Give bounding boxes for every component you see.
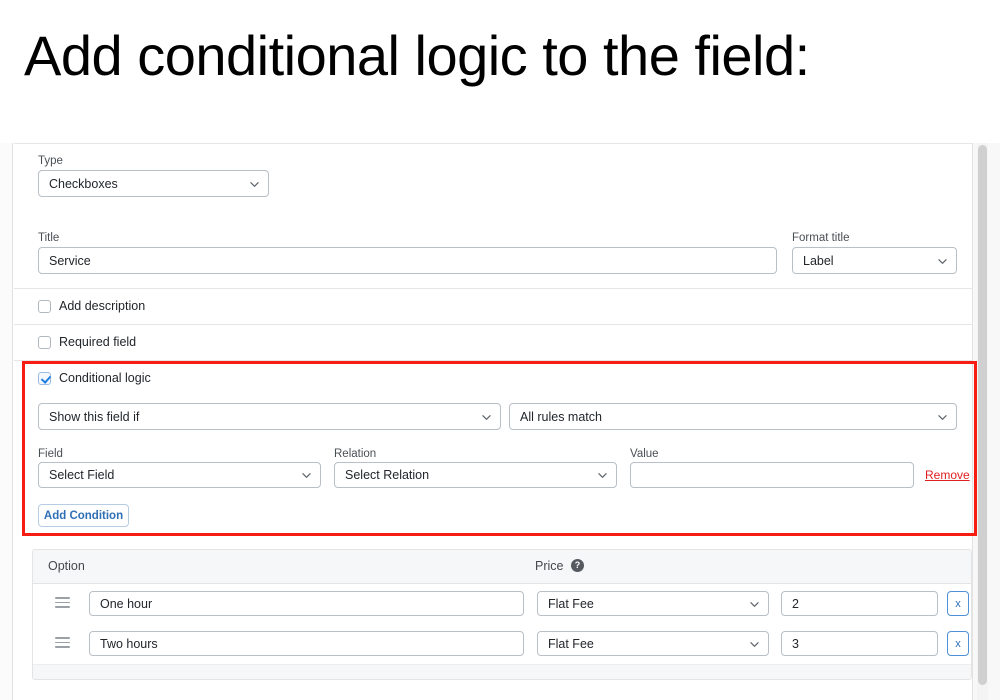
chevron-down-icon (750, 600, 759, 609)
column-header-price: Price (535, 559, 564, 573)
chevron-down-icon (598, 471, 607, 480)
conditional-logic-label: Conditional logic (59, 371, 151, 385)
option-input[interactable]: Two hours (89, 631, 524, 656)
add-description-checkbox[interactable] (38, 299, 51, 313)
options-table-header: Option Price ? (33, 550, 971, 584)
page-title: Add conditional logic to the field: (24, 24, 810, 87)
price-input-value: 2 (792, 596, 799, 611)
delete-option-button[interactable]: x (947, 591, 969, 616)
screenshot-root: Add conditional logic to the field: Type… (0, 0, 1000, 700)
remove-condition-link[interactable]: Remove (925, 468, 970, 482)
left-gutter (0, 143, 13, 700)
format-title-select[interactable]: Label (792, 247, 957, 274)
divider (14, 360, 972, 361)
title-input-value: Service (49, 253, 91, 268)
field-label: Field (38, 448, 63, 460)
table-row: Two hours Flat Fee 3 x (33, 624, 971, 664)
chevron-down-icon (938, 413, 947, 422)
form-builder-panel: Type Checkboxes Title Service Format tit… (0, 143, 1000, 700)
type-select-value: Checkboxes (49, 176, 118, 191)
visibility-rule-value: Show this field if (49, 409, 140, 424)
price-type-select[interactable]: Flat Fee (537, 591, 769, 616)
divider (14, 324, 972, 325)
divider (14, 288, 972, 289)
price-type-value: Flat Fee (548, 596, 594, 611)
add-condition-button[interactable]: Add Condition (38, 504, 129, 527)
required-field-row[interactable]: Required field (38, 335, 136, 349)
price-type-select[interactable]: Flat Fee (537, 631, 769, 656)
type-label: Type (38, 155, 63, 167)
drag-handle-icon[interactable] (55, 637, 70, 648)
value-label: Value (630, 448, 659, 460)
table-row: One hour Flat Fee 2 x (33, 584, 971, 624)
option-input-value: Two hours (100, 636, 158, 651)
format-title-label: Format title (792, 232, 850, 244)
relation-select[interactable]: Select Relation (334, 462, 617, 488)
vertical-scrollbar-thumb[interactable] (978, 145, 987, 685)
option-input-value: One hour (100, 596, 153, 611)
title-input[interactable]: Service (38, 247, 777, 274)
options-table: Option Price ? One hour Flat Fee 2 x Two… (32, 549, 972, 680)
chevron-down-icon (482, 413, 491, 422)
conditional-logic-highlight-box (22, 361, 977, 536)
price-input-value: 3 (792, 636, 799, 651)
value-input[interactable] (630, 462, 914, 488)
chevron-down-icon (302, 471, 311, 480)
option-input[interactable]: One hour (89, 591, 524, 616)
visibility-rule-select[interactable]: Show this field if (38, 403, 501, 430)
required-field-label: Required field (59, 335, 137, 349)
price-input[interactable]: 2 (781, 591, 938, 616)
column-header-option: Option (48, 559, 85, 573)
drag-handle-icon[interactable] (55, 597, 70, 608)
price-input[interactable]: 3 (781, 631, 938, 656)
price-type-value: Flat Fee (548, 636, 594, 651)
chevron-down-icon (938, 257, 947, 266)
chevron-down-icon (750, 640, 759, 649)
relation-label: Relation (334, 448, 377, 460)
relation-select-value: Select Relation (345, 468, 430, 482)
match-rule-select[interactable]: All rules match (509, 403, 957, 430)
form-content: Type Checkboxes Title Service Format tit… (14, 143, 977, 700)
options-table-footer (33, 664, 971, 679)
delete-option-button[interactable]: x (947, 631, 969, 656)
conditional-logic-row[interactable]: Conditional logic (38, 371, 151, 385)
match-rule-value: All rules match (520, 409, 602, 424)
required-field-checkbox[interactable] (38, 335, 51, 349)
conditional-logic-checkbox[interactable] (38, 371, 51, 385)
add-description-row[interactable]: Add description (38, 299, 145, 313)
title-label: Title (38, 232, 60, 244)
field-select-value: Select Field (49, 468, 115, 482)
type-select[interactable]: Checkboxes (38, 170, 269, 197)
field-select[interactable]: Select Field (38, 462, 321, 488)
add-description-label: Add description (59, 299, 146, 313)
format-title-select-value: Label (803, 253, 834, 268)
chevron-down-icon (250, 180, 259, 189)
price-help-icon[interactable]: ? (571, 559, 584, 572)
